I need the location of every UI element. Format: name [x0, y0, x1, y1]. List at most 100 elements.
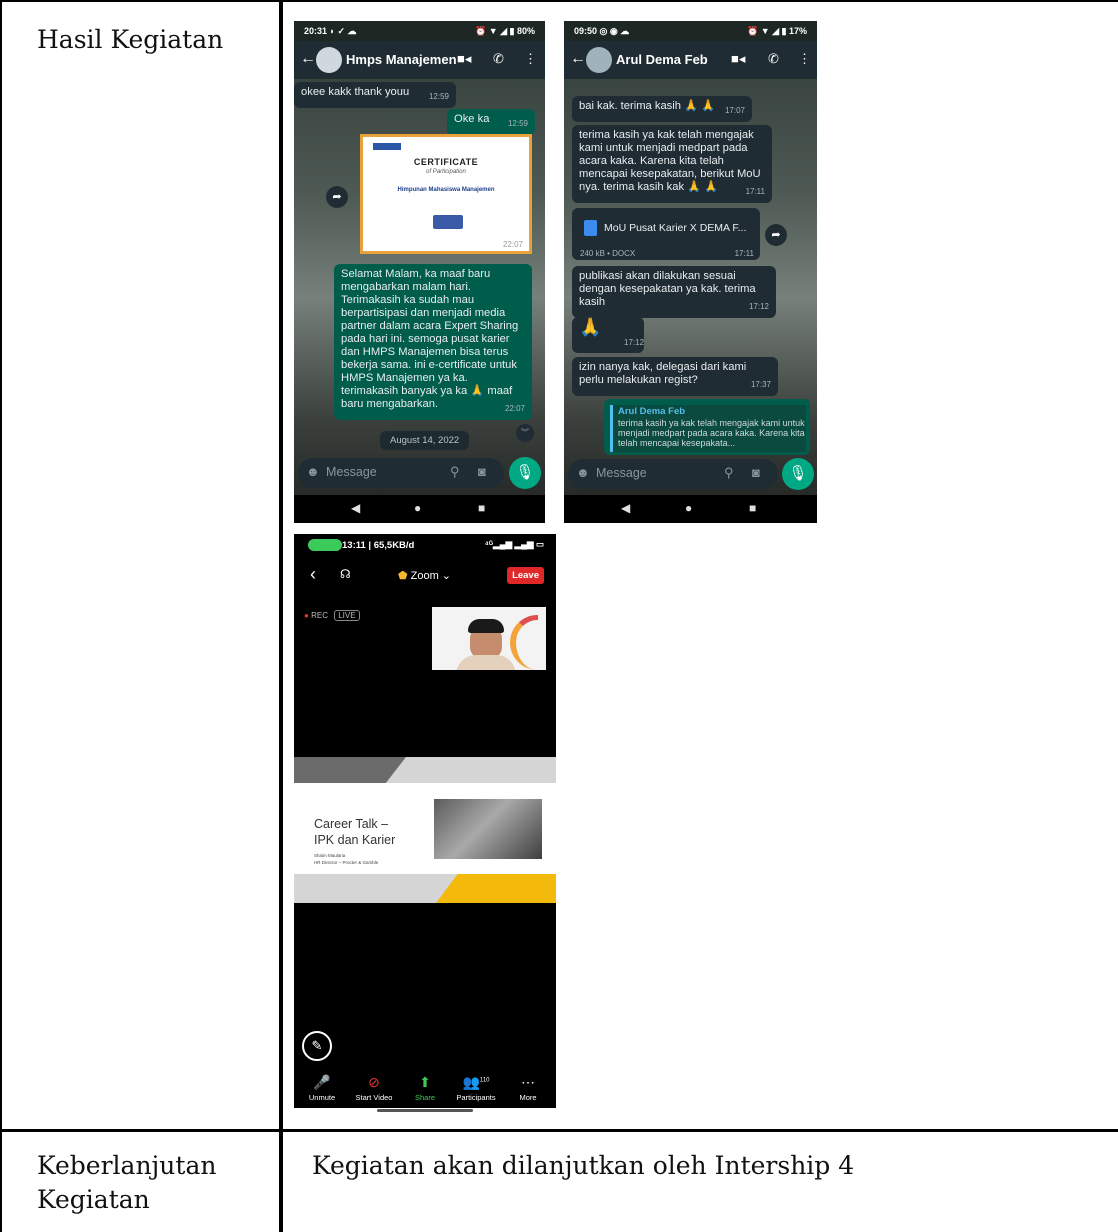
more-menu-icon[interactable]: ⋮	[524, 51, 537, 67]
certificate-title: CERTIFICATE	[413, 157, 479, 167]
reply-quote: Arul Dema Feb terima kasih ya kak telah …	[610, 405, 806, 452]
shield-icon: ⬟	[398, 570, 408, 582]
nav-back-icon[interactable]: ◀	[621, 501, 630, 515]
more-icon: ⋯	[521, 1074, 535, 1090]
camera-icon[interactable]: ◙	[478, 464, 486, 479]
participants-button[interactable]: 👥110 Participants	[451, 1074, 501, 1102]
zoom-toolbar: 🎤 Unmute ⊘ Start Video ⬆ Share 👥110 Part…	[294, 1068, 556, 1108]
mic-off-icon: 🎤	[313, 1074, 331, 1090]
more-menu-icon[interactable]: ⋮	[798, 51, 811, 67]
video-off-icon: ⊘	[368, 1074, 380, 1090]
contact-name[interactable]: Hmps Manajemen	[346, 52, 457, 67]
status-text: 13:11 | 65,5KB/d	[342, 540, 415, 551]
zoom-top-bar: ‹ ☊ ⬟ Zoom ⌄ Leave	[294, 556, 556, 594]
row-value-keberlanjutan: Kegiatan akan dilanjutkan oleh Intership…	[312, 1151, 855, 1180]
date-divider: August 14, 2022	[380, 431, 470, 450]
android-nav-bar: ◀ ● ■	[564, 495, 817, 523]
emoji-icon[interactable]: ☻	[576, 465, 590, 480]
reply-author: Arul Dema Feb	[618, 406, 686, 417]
nav-recents-icon[interactable]: ■	[478, 501, 485, 515]
nav-home-icon[interactable]: ●	[685, 501, 692, 515]
slide-photo	[434, 799, 542, 859]
video-call-icon[interactable]: ■◂	[731, 51, 745, 67]
nav-recents-icon[interactable]: ■	[749, 501, 756, 515]
avatar[interactable]	[316, 47, 342, 73]
emoji-icon[interactable]: ☻	[306, 464, 320, 479]
rainbow-decoration	[510, 615, 538, 670]
row-label-keberlanjutan-line2: Kegiatan	[37, 1185, 150, 1214]
certificate-time: 22:07	[502, 240, 523, 249]
avatar[interactable]	[586, 47, 612, 73]
message-bubble[interactable]: bai kak. terima kasih 🙏 🙏 17:07	[572, 96, 752, 122]
shared-slide: Career Talk – IPK dan Karier Shaim Maula…	[294, 757, 556, 903]
chat-header: ← Arul Dema Feb ■◂ ✆ ⋮	[564, 41, 817, 79]
table-border-top	[0, 0, 1118, 2]
slide-speaker: Shaim Maulana	[314, 853, 346, 858]
status-bar: 09:50 ◎ ◉ ☁ ⏰ ▼ ◢ ▮ 17%	[564, 21, 817, 41]
contact-name[interactable]: Arul Dema Feb	[616, 52, 708, 67]
message-bubble[interactable]: okee kakk thank youu 12:59	[294, 82, 456, 108]
table-border-left	[0, 0, 2, 1232]
rec-badge: ● REC LIVE	[304, 610, 360, 621]
certificate-seal	[433, 215, 463, 229]
row-label-keberlanjutan-line1: Keberlanjutan	[37, 1151, 217, 1180]
message-bubble[interactable]: terima kasih ya kak telah mengajak kami …	[572, 125, 772, 203]
certificate-logo	[373, 143, 401, 150]
video-call-icon[interactable]: ■◂	[457, 51, 471, 67]
back-arrow-icon[interactable]: ←	[300, 50, 316, 68]
meeting-title[interactable]: ⬟ Zoom ⌄	[398, 569, 451, 582]
forward-icon[interactable]: ➦	[765, 224, 787, 246]
reply-message[interactable]: Arul Dema Feb terima kasih ya kak telah …	[604, 399, 810, 455]
whatsapp-screenshot-hmps: 20:31 ◗ ✓ ☁ ⏰ ▼ ◢ ▮ 80% ← Hmps Manajemen…	[294, 21, 545, 523]
status-bar: 13:11 | 65,5KB/d ⁴ᴳ▂▄▆ ▂▄▆ ▭	[294, 534, 556, 556]
row-label-hasil-kegiatan: Hasil Kegiatan	[37, 25, 224, 54]
message-input[interactable]: ☻ Message ⚲ ◙	[298, 458, 504, 488]
message-bubble[interactable]: publikasi akan dilakukan sesuai dengan k…	[572, 266, 776, 318]
status-battery: ⏰ ▼ ◢ ▮ 80%	[474, 26, 535, 36]
camera-icon[interactable]: ◙	[752, 465, 760, 480]
message-bubble[interactable]: 🙏 17:12	[572, 317, 644, 353]
status-time: 20:31	[304, 26, 328, 36]
forward-icon[interactable]: ➦	[326, 186, 348, 208]
share-icon: ⬆	[419, 1074, 431, 1090]
document-name: MoU Pusat Karier X DEMA F...	[604, 222, 747, 234]
zoom-screenshot: 13:11 | 65,5KB/d ⁴ᴳ▂▄▆ ▂▄▆ ▭ ‹ ☊ ⬟ Zoom …	[294, 534, 556, 1108]
message-bubble[interactable]: izin nanya kak, delegasi dari kami perlu…	[572, 357, 778, 396]
report-table: Hasil Kegiatan Keberlanjutan Kegiatan Ke…	[0, 0, 1118, 1232]
mic-button[interactable]: 🎙	[509, 457, 541, 489]
start-video-button[interactable]: ⊘ Start Video	[349, 1074, 399, 1102]
nav-home-icon[interactable]: ●	[414, 501, 421, 515]
more-button[interactable]: ⋯ More	[503, 1074, 553, 1102]
phone-call-icon[interactable]: ✆	[493, 51, 504, 67]
back-arrow-icon[interactable]: ←	[570, 50, 586, 68]
message-bubble[interactable]: Oke ka 12:59	[447, 109, 535, 135]
speaker-shoulders	[456, 655, 516, 670]
leave-button[interactable]: Leave	[507, 567, 544, 584]
annotate-button[interactable]: ✎	[302, 1031, 332, 1061]
whatsapp-screenshot-arul: 09:50 ◎ ◉ ☁ ⏰ ▼ ◢ ▮ 17% ← Arul Dema Feb …	[564, 21, 817, 523]
status-bar: 20:31 ◗ ✓ ☁ ⏰ ▼ ◢ ▮ 80%	[294, 21, 545, 41]
table-row-divider	[0, 1129, 1118, 1132]
participants-icon: 👥110	[462, 1074, 490, 1090]
speaker-hair	[468, 619, 504, 633]
document-time: 17:11	[734, 249, 754, 258]
status-time: 09:50	[574, 26, 598, 36]
scroll-down-icon[interactable]: ︾	[516, 424, 534, 442]
document-attachment[interactable]: MoU Pusat Karier X DEMA F... 240 kB • DO…	[572, 208, 760, 260]
share-button[interactable]: ⬆ Share	[400, 1074, 450, 1102]
slide-role: HR Director – Procter & Gamble	[314, 860, 379, 865]
unmute-button[interactable]: 🎤 Unmute	[297, 1074, 347, 1102]
message-input[interactable]: ☻ Message ⚲ ◙	[568, 459, 778, 489]
attach-icon[interactable]: ⚲	[724, 465, 734, 481]
mic-button[interactable]: 🎙	[782, 458, 814, 490]
certificate-image[interactable]: CERTIFICATE of Participation Himpunan Ma…	[360, 134, 532, 254]
slide-title-line1: Career Talk –	[314, 817, 389, 831]
phone-call-icon[interactable]: ✆	[768, 51, 779, 67]
slide-title-line2: IPK dan Karier	[314, 833, 396, 847]
message-bubble[interactable]: Selamat Malam, ka maaf baru mengabarkan …	[334, 264, 532, 420]
audio-switch-icon[interactable]: ☊	[340, 567, 351, 581]
speaker-video-thumbnail[interactable]	[432, 607, 546, 670]
attach-icon[interactable]: ⚲	[450, 464, 460, 480]
nav-back-icon[interactable]: ◀	[351, 501, 360, 515]
back-chevron-icon[interactable]: ‹	[310, 564, 316, 585]
